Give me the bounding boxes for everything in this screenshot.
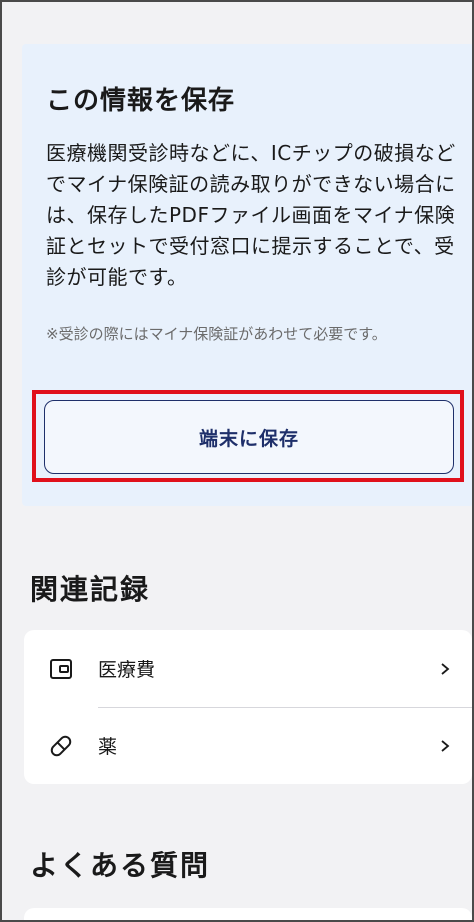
save-section-note: ※受診の際にはマイナ保険証があわせて必要です。: [46, 325, 387, 343]
faq-heading: よくある質問: [30, 849, 211, 882]
list-item-medicine[interactable]: 薬: [24, 707, 472, 784]
save-section-title: この情報を保存: [46, 86, 236, 116]
list-item-medical-expenses[interactable]: 医療費: [24, 630, 472, 708]
faq-list-partial: [24, 908, 472, 920]
app-screen: この情報を保存 医療機関受診時などに、ICチップの破損などでマイナ保険証の読み取…: [0, 0, 474, 922]
save-to-device-button[interactable]: 端末に保存: [44, 400, 454, 474]
save-section-description: 医療機関受診時などに、ICチップの破損などでマイナ保険証の読み取りができない場合…: [46, 141, 456, 289]
pill-icon: [50, 735, 72, 756]
save-info-card: この情報を保存 医療機関受診時などに、ICチップの破損などでマイナ保険証の読み取…: [22, 44, 472, 506]
list-item-label: 医療費: [98, 659, 156, 681]
chevron-right-icon: [441, 662, 450, 675]
list-item-label: 薬: [98, 736, 118, 758]
chevron-right-icon: [441, 739, 450, 752]
wallet-icon: [50, 658, 72, 679]
related-records-heading: 関連記録: [30, 573, 151, 606]
related-records-list: 医療費 薬: [24, 630, 472, 784]
